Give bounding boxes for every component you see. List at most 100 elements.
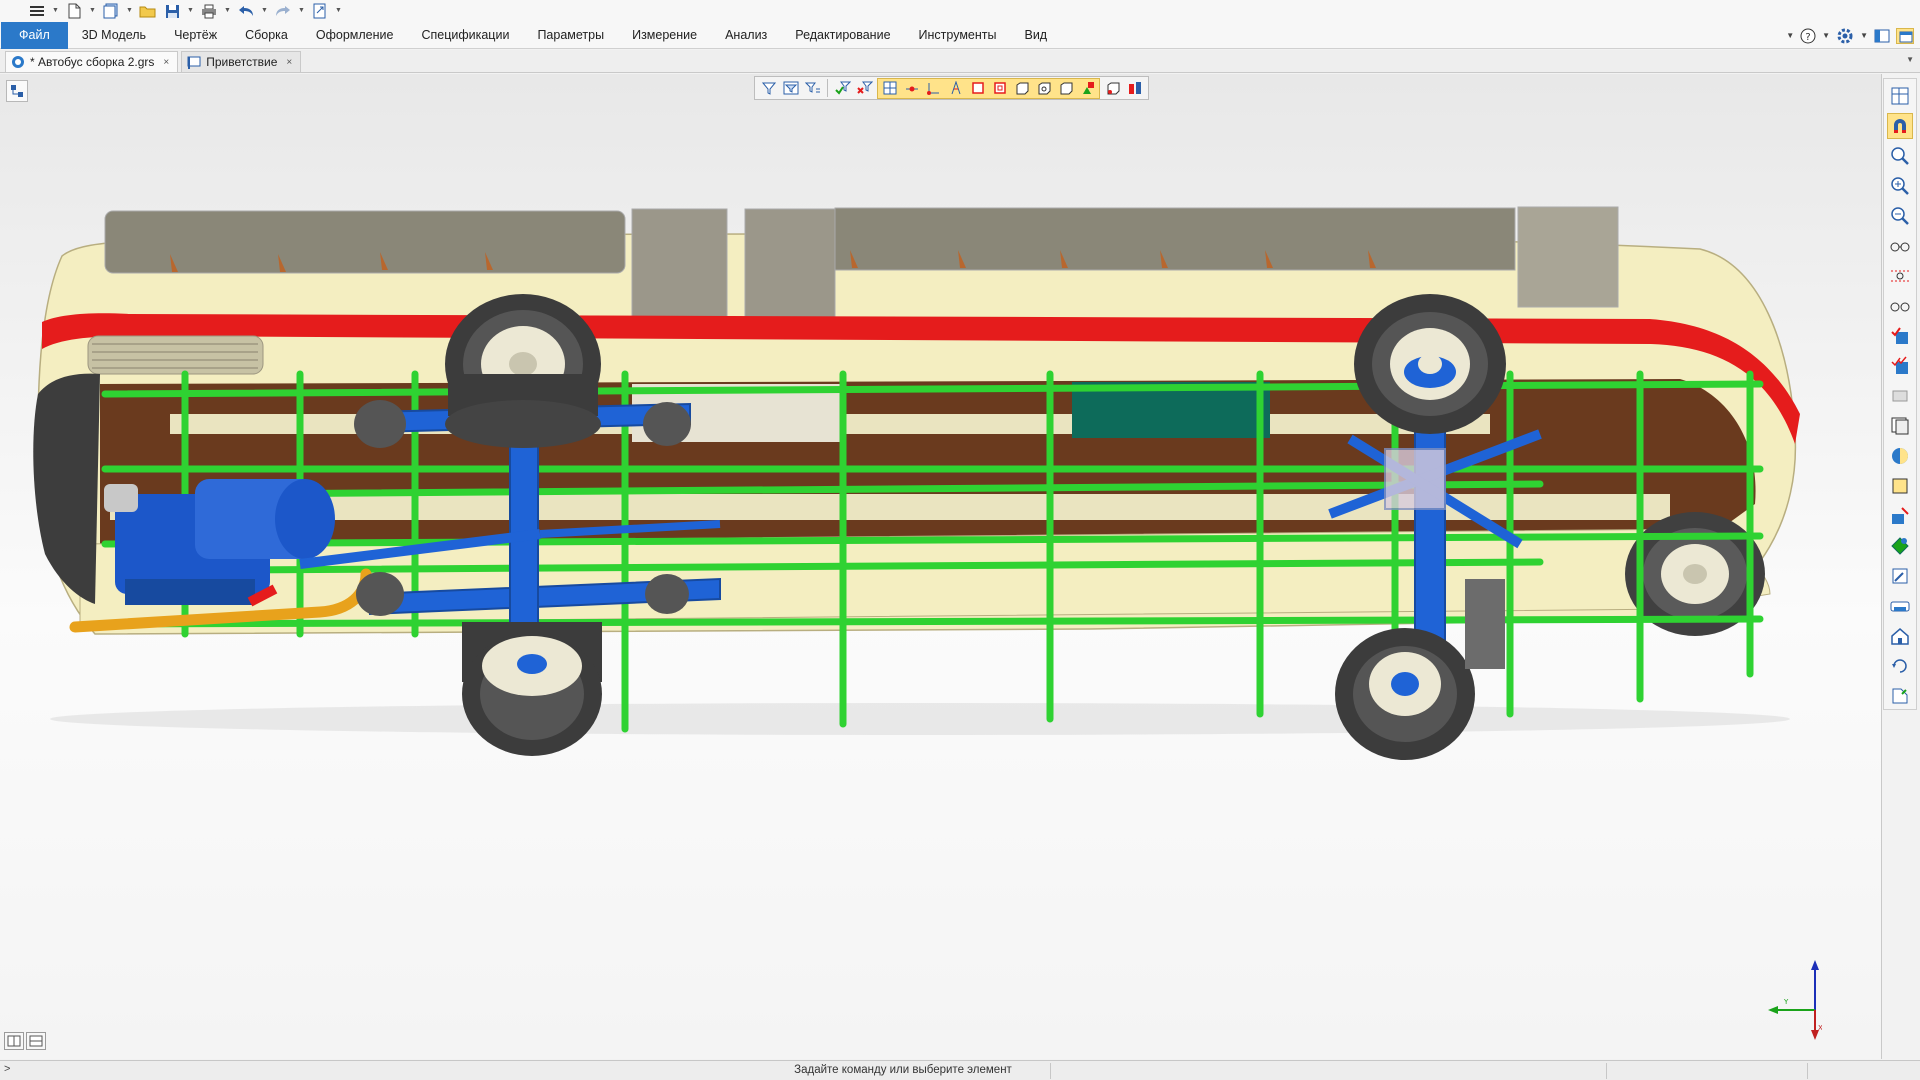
tab-list-dropdown-icon[interactable]: ▼ — [1906, 55, 1914, 64]
status-bar: > Задайте команду или выберите элемент — [0, 1060, 1920, 1080]
camera-icon[interactable] — [1887, 593, 1913, 619]
rear-top-wheel — [1354, 294, 1506, 434]
front-bottom-wheel — [462, 622, 602, 756]
select-vertex-icon[interactable] — [902, 79, 921, 98]
new-from-template-icon[interactable] — [102, 3, 120, 19]
select-group-icon[interactable] — [1078, 79, 1097, 98]
panel-icon[interactable] — [1896, 27, 1914, 44]
select-loop-icon[interactable] — [1012, 79, 1031, 98]
selection-type-group — [877, 77, 1100, 99]
show-body-icon[interactable] — [1887, 323, 1913, 349]
menu-design[interactable]: Оформление — [302, 22, 408, 49]
settings-icon[interactable] — [1836, 27, 1854, 45]
template-dropdown-icon[interactable]: ▼ — [126, 3, 133, 19]
save-dropdown-icon[interactable]: ▼ — [187, 3, 194, 19]
undo-dropdown-icon[interactable]: ▼ — [261, 3, 268, 19]
menu-file[interactable]: Файл — [1, 21, 68, 49]
ribbon-menu: Файл 3D Модель Чертёж Сборка Оформление … — [0, 21, 1920, 49]
shading-icon[interactable] — [1887, 443, 1913, 469]
model-tree-icon — [11, 85, 23, 97]
split-vertical-button[interactable] — [4, 1032, 24, 1050]
filter-enable-icon[interactable] — [833, 79, 852, 98]
visibility-icon[interactable] — [1887, 263, 1913, 289]
new-document-icon[interactable] — [65, 3, 83, 19]
window-layout-icon[interactable] — [1874, 29, 1890, 43]
menu-view[interactable]: Вид — [1010, 22, 1061, 49]
tab-label: Приветствие — [206, 55, 278, 69]
filter-icon[interactable] — [759, 79, 778, 98]
zoom-out-icon[interactable] — [1887, 203, 1913, 229]
select-face-icon[interactable] — [946, 79, 965, 98]
tab-close-icon[interactable]: × — [286, 57, 292, 68]
zoom-window-icon[interactable] — [1887, 143, 1913, 169]
filter-settings-icon[interactable] — [781, 79, 800, 98]
undo-icon[interactable] — [237, 3, 255, 19]
status-cell-divider — [1050, 1063, 1051, 1079]
filter-disable-icon[interactable] — [855, 79, 874, 98]
help-dropdown-icon[interactable]: ▼ — [1822, 31, 1830, 40]
save-icon[interactable] — [163, 3, 181, 19]
menu-assembly[interactable]: Сборка — [231, 22, 302, 49]
new-dropdown-icon[interactable]: ▼ — [89, 3, 96, 19]
quick-access-toolbar: ▼ ▼ ▼ ▼ ▼ ▼ ▼ ▼ — [0, 0, 1920, 22]
toolbar-separator — [827, 79, 828, 97]
menu-measurement[interactable]: Измерение — [618, 22, 711, 49]
view-cube-icon[interactable] — [1887, 83, 1913, 109]
tab-close-icon[interactable]: × — [163, 57, 169, 68]
appearance-icon[interactable] — [1887, 533, 1913, 559]
settings-dropdown-icon[interactable]: ▼ — [1860, 31, 1868, 40]
select-3d-icon[interactable] — [1125, 79, 1144, 98]
split-vertical-icon — [7, 1035, 21, 1047]
status-cell-divider — [1606, 1063, 1607, 1079]
measure-tool-icon[interactable] — [1887, 563, 1913, 589]
select-shell-icon[interactable] — [990, 79, 1009, 98]
help-icon[interactable]: ? — [1800, 28, 1816, 44]
front-hub-right — [643, 402, 691, 446]
select-edge-icon[interactable] — [924, 79, 943, 98]
menu-tools[interactable]: Инструменты — [905, 22, 1011, 49]
front-top-wheel — [445, 294, 601, 448]
front-hub-left — [354, 400, 406, 448]
menu-drawing[interactable]: Чертёж — [160, 22, 231, 49]
filter-list-icon[interactable] — [803, 79, 822, 98]
print-icon[interactable] — [200, 3, 218, 19]
tab-welcome[interactable]: Приветствие × — [181, 51, 302, 72]
select-body-icon[interactable] — [880, 79, 899, 98]
menu-specifications[interactable]: Спецификации — [407, 22, 523, 49]
customize-toolbar-icon[interactable]: ▼ — [335, 3, 342, 19]
redo-dropdown-icon[interactable]: ▼ — [298, 3, 305, 19]
save-view-icon[interactable] — [1887, 683, 1913, 709]
magnet-snap-icon[interactable] — [1887, 113, 1913, 139]
show-all-bodies-icon[interactable] — [1887, 353, 1913, 379]
show-hidden-icon[interactable] — [1887, 233, 1913, 259]
export-icon[interactable] — [311, 3, 329, 19]
open-folder-icon[interactable] — [139, 3, 157, 19]
rotate-view-icon[interactable] — [1887, 653, 1913, 679]
select-element-icon[interactable] — [1103, 79, 1122, 98]
transparency-icon[interactable] — [1887, 383, 1913, 409]
tab-bus-assembly[interactable]: * Автобус сборка 2.grs × — [5, 51, 179, 72]
ribbon-collapse-icon[interactable]: ▼ — [1786, 31, 1794, 40]
menu-dropdown-icon[interactable]: ▼ — [52, 3, 59, 19]
split-horizontal-button[interactable] — [26, 1032, 46, 1050]
color-icon[interactable] — [1887, 503, 1913, 529]
menu-3d-model[interactable]: 3D Модель — [68, 22, 160, 49]
status-message: Задайте команду или выберите элемент — [794, 1064, 1012, 1076]
3d-viewport[interactable]: Y X — [0, 74, 1882, 1059]
menu-analysis[interactable]: Анализ — [711, 22, 781, 49]
section-icon[interactable] — [1887, 413, 1913, 439]
home-view-icon[interactable] — [1887, 623, 1913, 649]
model-tree-toggle-button[interactable] — [6, 80, 28, 102]
material-icon[interactable] — [1887, 473, 1913, 499]
redo-icon[interactable] — [274, 3, 292, 19]
select-construction-icon[interactable] — [1056, 79, 1075, 98]
menu-parameters[interactable]: Параметры — [523, 22, 618, 49]
print-dropdown-icon[interactable]: ▼ — [224, 3, 231, 19]
menu-icon[interactable] — [28, 3, 46, 19]
bus-3d-model[interactable] — [0, 74, 1882, 1059]
select-profile-icon[interactable] — [1034, 79, 1053, 98]
zoom-in-icon[interactable] — [1887, 173, 1913, 199]
hide-icon[interactable] — [1887, 293, 1913, 319]
select-solid-icon[interactable] — [968, 79, 987, 98]
menu-editing[interactable]: Редактирование — [781, 22, 904, 49]
